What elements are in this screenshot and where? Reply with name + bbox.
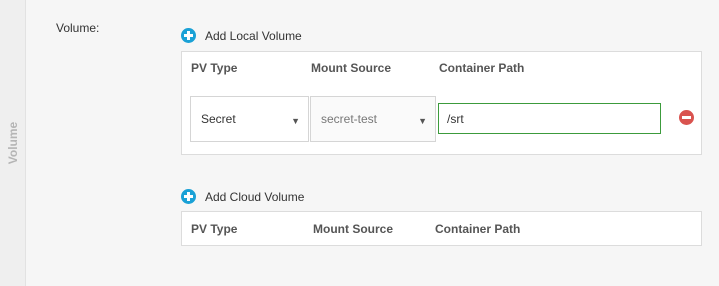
mount-source-value: secret-test <box>321 112 378 126</box>
container-path-value: /srt <box>447 111 464 126</box>
plus-circle-icon <box>181 189 196 204</box>
local-col-pv-type: PV Type <box>191 61 238 75</box>
pv-type-select[interactable]: Secret ▼ <box>190 96 309 142</box>
cloud-volume-table: PV Type Mount Source Container Path <box>181 211 702 246</box>
volume-field-label: Volume: <box>56 21 100 35</box>
cloud-col-mount-source: Mount Source <box>313 222 393 236</box>
mount-source-select[interactable]: secret-test ▼ <box>310 96 436 142</box>
local-col-container-path: Container Path <box>439 61 525 75</box>
pv-type-value: Secret <box>201 112 236 126</box>
caret-down-icon: ▼ <box>418 116 427 126</box>
volume-side-tab[interactable]: Volume <box>0 0 26 286</box>
add-cloud-volume-label: Add Cloud Volume <box>205 189 305 204</box>
plus-circle-icon <box>181 28 196 43</box>
remove-row-button[interactable] <box>679 110 694 125</box>
add-local-volume-button[interactable]: Add Local Volume <box>181 28 302 43</box>
side-tab-label: Volume <box>6 121 20 165</box>
add-local-volume-label: Add Local Volume <box>205 28 302 43</box>
cloud-col-container-path: Container Path <box>435 222 521 236</box>
add-cloud-volume-button[interactable]: Add Cloud Volume <box>181 189 304 204</box>
local-col-mount-source: Mount Source <box>311 61 391 75</box>
local-volume-table: PV Type Mount Source Container Path Secr… <box>181 51 702 155</box>
cloud-col-pv-type: PV Type <box>191 222 238 236</box>
container-path-input[interactable]: /srt <box>438 103 661 134</box>
caret-down-icon: ▼ <box>291 116 300 126</box>
